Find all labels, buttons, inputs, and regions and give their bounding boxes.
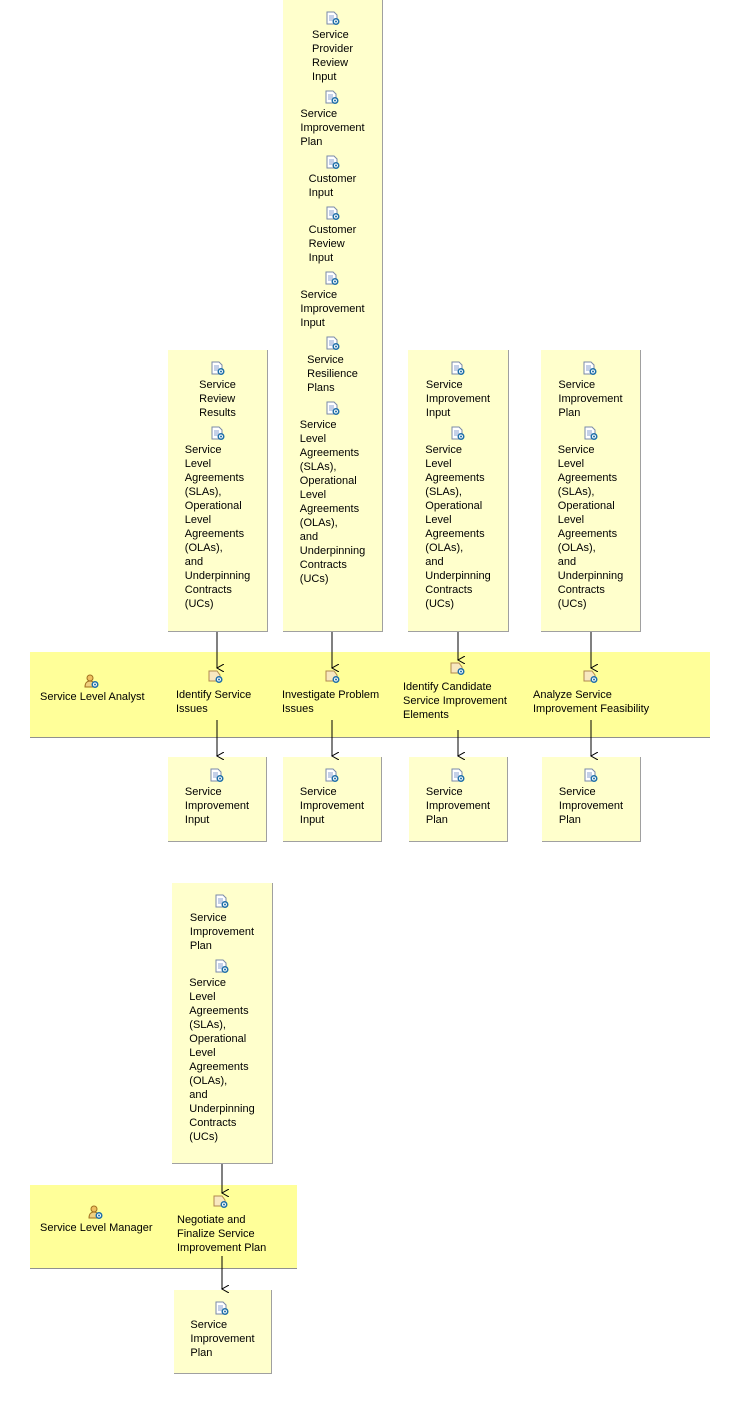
task-label: Identify Candidate Service Improvement E… [403, 681, 507, 721]
input-box[interactable]: Service Improvement Plan Service Level Ag… [172, 883, 273, 1164]
work-product-label: Service Improvement Input [184, 786, 250, 826]
work-product-icon [214, 1301, 230, 1316]
task-label: Investigate Problem Issues [282, 689, 380, 715]
work-product-label: Service Improvement Plan [558, 786, 624, 826]
output-box[interactable]: Service Improvement Plan [174, 1290, 272, 1374]
work-product-icon [209, 768, 225, 783]
task-label: Analyze Service Improvement Feasibility [533, 689, 650, 715]
work-product-label: Service Improvement Plan [425, 786, 491, 826]
task-icon [213, 1194, 229, 1209]
work-product-label: Customer Input [308, 173, 357, 199]
task-icon [450, 661, 466, 676]
input-box[interactable]: Service Provider Review Input Service Imp… [283, 0, 383, 632]
work-product-label: Service Resilience Plans [307, 354, 358, 394]
work-product[interactable]: Customer Review Input [308, 206, 357, 265]
work-product[interactable]: Service Provider Review Input [312, 11, 353, 84]
input-box[interactable]: Service Improvement Plan Service Level Ag… [541, 350, 641, 632]
work-product[interactable]: Service Improvement Input [300, 271, 365, 330]
work-product-label: Service Improvement Input [300, 289, 365, 329]
work-product[interactable]: Service Improvement Input [185, 768, 249, 827]
output-box[interactable]: Service Improvement Plan [409, 757, 508, 842]
work-product-label: Service Review Results [199, 379, 236, 419]
work-product-label: Service Provider Review Input [312, 29, 353, 83]
task-icon [325, 669, 341, 684]
work-product[interactable]: Service Improvement Plan [300, 90, 365, 149]
role-icon [88, 1205, 104, 1220]
work-product-label: Service Level Agreements (SLAs), Operati… [425, 444, 491, 610]
output-box[interactable]: Service Improvement Input [168, 757, 267, 842]
work-product-label: Service Improvement Input [425, 379, 491, 419]
work-product[interactable]: Service Level Agreements (SLAs), Operati… [189, 959, 255, 1144]
work-product-label: Service Level Agreements (SLAs), Operati… [184, 444, 251, 610]
work-product-icon [325, 401, 341, 416]
work-product-label: Service Level Agreements (SLAs), Operati… [299, 419, 366, 585]
work-product[interactable]: Service Improvement Plan [190, 1301, 255, 1360]
work-product-icon [325, 336, 341, 351]
work-product-icon [210, 426, 226, 441]
work-product-icon [583, 426, 599, 441]
work-product[interactable]: Service Level Agreements (SLAs), Operati… [425, 426, 491, 611]
output-box[interactable]: Service Improvement Plan [542, 757, 641, 842]
task-icon [583, 669, 599, 684]
work-product-icon [324, 271, 340, 286]
work-product[interactable]: Service Level Agreements (SLAs), Operati… [300, 401, 365, 586]
work-product-label: Service Improvement Plan [189, 912, 255, 952]
work-product[interactable]: Service Resilience Plans [307, 336, 358, 395]
work-product-icon [325, 155, 341, 170]
work-product[interactable]: Service Review Results [199, 361, 236, 420]
work-product-icon [325, 206, 341, 221]
output-box[interactable]: Service Improvement Input [283, 757, 382, 842]
work-product-icon [210, 361, 226, 376]
work-product-icon [214, 894, 230, 909]
work-product[interactable]: Service Improvement Plan [558, 361, 623, 420]
work-product-icon [583, 768, 599, 783]
input-box[interactable]: Service Improvement Input Service Level A… [408, 350, 509, 632]
task-icon [208, 669, 224, 684]
work-product-icon [582, 361, 598, 376]
work-product-label: Service Improvement Plan [300, 108, 365, 148]
work-product[interactable]: Service Improvement Input [426, 361, 490, 420]
task-label: Negotiate and Finalize Service Improveme… [177, 1214, 267, 1254]
role-icon [84, 674, 100, 689]
work-product-icon [324, 768, 340, 783]
work-product-icon [325, 11, 341, 26]
work-product-label: Service Improvement Input [299, 786, 365, 826]
work-product[interactable]: Service Improvement Plan [559, 768, 623, 827]
work-product-label: Customer Review Input [308, 224, 357, 264]
work-product-icon [214, 959, 230, 974]
work-product-icon [450, 426, 466, 441]
input-box[interactable]: Service Review Results Service Level Agre… [168, 350, 268, 632]
work-product[interactable]: Customer Input [308, 155, 357, 200]
work-product-label: Service Level Agreements (SLAs), Operati… [189, 977, 255, 1143]
work-product[interactable]: Service Level Agreements (SLAs), Operati… [185, 426, 250, 611]
work-product-icon [450, 361, 466, 376]
work-product-icon [450, 768, 466, 783]
role-label: Service Level Manager [40, 1222, 153, 1234]
work-product-label: Service Level Agreements (SLAs), Operati… [557, 444, 624, 610]
work-product[interactable]: Service Improvement Plan [426, 768, 490, 827]
work-product-label: Service Improvement Plan [558, 379, 623, 419]
role[interactable]: Service Level Manager [40, 1205, 153, 1234]
work-product[interactable]: Service Level Agreements (SLAs), Operati… [558, 426, 623, 611]
work-product-label: Service Improvement Plan [190, 1319, 255, 1359]
work-product[interactable]: Service Improvement Plan [190, 894, 254, 953]
role-label: Service Level Analyst [40, 691, 145, 703]
work-product-icon [324, 90, 340, 105]
role[interactable]: Service Level Analyst [40, 674, 145, 703]
work-product[interactable]: Service Improvement Input [300, 768, 364, 827]
